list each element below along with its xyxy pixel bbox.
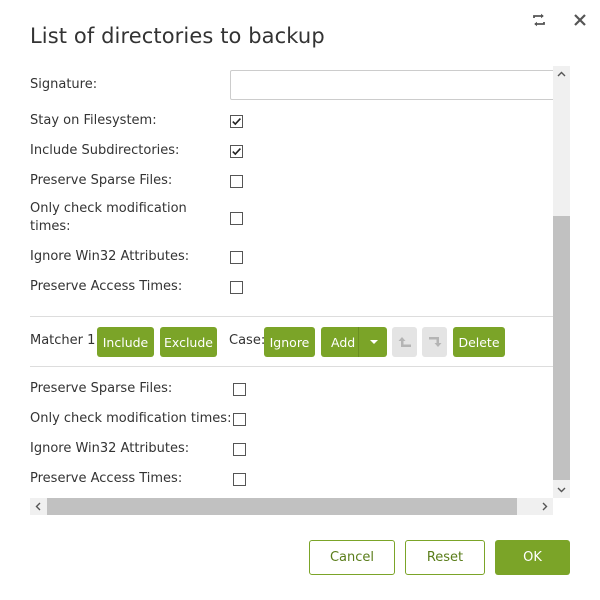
move-up-button[interactable]: [392, 327, 417, 357]
case-label: Case:: [229, 333, 266, 348]
option-label: Preserve Sparse Files:: [30, 381, 173, 396]
include-subdirectories-checkbox[interactable]: [230, 145, 243, 158]
cancel-button[interactable]: Cancel: [309, 540, 395, 575]
option-row: Ignore Win32 Attributes:: [30, 242, 230, 272]
option-label: Preserve Sparse Files:: [30, 173, 173, 188]
option-label: Include Subdirectories:: [30, 143, 180, 158]
refresh-icon[interactable]: [529, 10, 549, 30]
signature-input[interactable]: [230, 70, 553, 100]
vertical-scrollbar[interactable]: [553, 66, 570, 498]
matcher-option-row: Preserve Access Times:: [30, 464, 240, 494]
arrow-up-icon: [398, 337, 411, 347]
matcher-ignore-win32-attributes-checkbox[interactable]: [233, 443, 246, 456]
chevron-right-icon[interactable]: [542, 500, 548, 514]
option-row: Only check modification times:: [30, 200, 190, 236]
add-dropdown-button[interactable]: Add: [321, 327, 387, 357]
divider: [30, 366, 553, 367]
ok-button[interactable]: OK: [495, 540, 570, 575]
option-label: Preserve Access Times:: [30, 279, 183, 294]
option-row: Preserve Access Times:: [30, 272, 230, 302]
matcher-preserve-sparse-files-checkbox[interactable]: [233, 383, 246, 396]
divider: [30, 316, 553, 317]
ignore-win32-attributes-checkbox[interactable]: [230, 251, 243, 264]
case-ignore-button[interactable]: Ignore: [264, 327, 315, 357]
option-label: Only check modification times:: [30, 411, 232, 426]
dialog-title: List of directories to backup: [30, 24, 325, 48]
option-label: Ignore Win32 Attributes:: [30, 441, 190, 456]
preserve-sparse-files-checkbox[interactable]: [230, 175, 243, 188]
horizontal-scrollbar-thumb[interactable]: [47, 498, 517, 515]
matcher-option-row: Ignore Win32 Attributes:: [30, 434, 240, 464]
signature-row: Signature:: [30, 70, 230, 100]
option-label: Preserve Access Times:: [30, 471, 183, 486]
option-row: Include Subdirectories:: [30, 136, 230, 166]
preserve-access-times-checkbox[interactable]: [230, 281, 243, 294]
checkmark-icon: [232, 118, 241, 126]
arrow-down-icon: [428, 337, 441, 347]
option-label: Stay on Filesystem:: [30, 113, 157, 128]
checkmark-icon: [232, 148, 241, 156]
matcher-option-row: Preserve Sparse Files:: [30, 374, 240, 404]
close-icon[interactable]: [570, 10, 590, 30]
matcher-label: Matcher 1: [30, 333, 96, 348]
chevron-up-icon[interactable]: [557, 69, 566, 80]
matcher-preserve-access-times-checkbox[interactable]: [233, 473, 246, 486]
move-down-button[interactable]: [422, 327, 447, 357]
exclude-button[interactable]: Exclude: [160, 327, 217, 357]
form-scroll-area: Signature: Stay on Filesystem: Include S…: [30, 66, 553, 498]
option-label: Only check modification times:: [30, 201, 187, 234]
chevron-down-icon[interactable]: [557, 485, 566, 496]
stay-on-filesystem-checkbox[interactable]: [230, 115, 243, 128]
signature-label: Signature:: [30, 77, 98, 92]
horizontal-scrollbar[interactable]: [30, 498, 553, 515]
vertical-scrollbar-thumb[interactable]: [553, 216, 570, 480]
reset-button[interactable]: Reset: [405, 540, 485, 575]
matcher-option-row: Only check modification times:: [30, 404, 240, 434]
chevron-left-icon[interactable]: [35, 500, 41, 514]
option-label: Ignore Win32 Attributes:: [30, 249, 190, 264]
matcher-only-check-modification-times-checkbox[interactable]: [233, 413, 246, 426]
option-row: Stay on Filesystem:: [30, 106, 230, 136]
delete-button[interactable]: Delete: [453, 327, 505, 357]
include-button[interactable]: Include: [97, 327, 154, 357]
option-row: Preserve Sparse Files:: [30, 166, 230, 196]
only-check-modification-times-checkbox[interactable]: [230, 212, 243, 225]
add-separator: [358, 327, 359, 357]
chevron-down-icon: [370, 340, 378, 344]
add-label: Add: [331, 334, 356, 350]
